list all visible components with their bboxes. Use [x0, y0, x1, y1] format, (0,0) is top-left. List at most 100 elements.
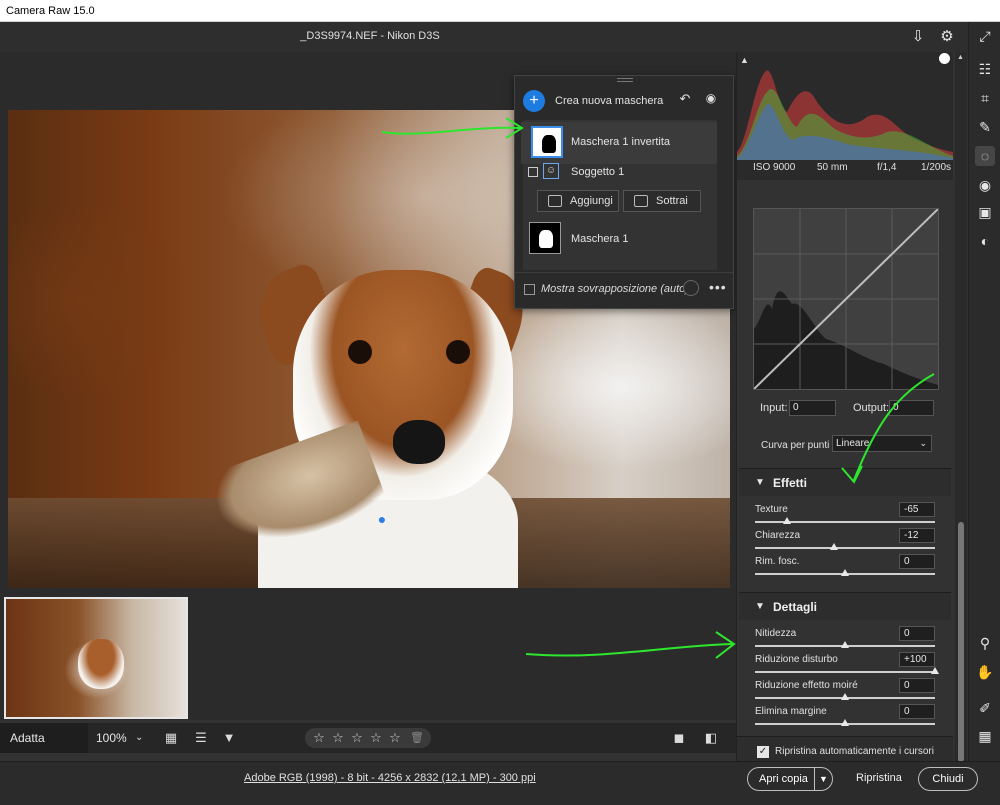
- masking-icon[interactable]: ◌: [975, 146, 995, 166]
- fullscreen-icon[interactable]: ⤢: [975, 26, 995, 46]
- masks-panel: + Crea nuova maschera ↶ ◉ Maschera 1 inv…: [514, 75, 734, 309]
- slider-clarity[interactable]: Chiarezza -12: [755, 528, 935, 556]
- shutter-speed: 1/200s: [921, 162, 952, 173]
- star-icon[interactable]: ☆: [349, 729, 365, 747]
- zoom-fit-button[interactable]: Adatta (40,2%): [0, 723, 88, 775]
- scroll-up-icon[interactable]: ▲: [957, 54, 965, 61]
- slider-thumb[interactable]: [841, 641, 849, 648]
- red-eye-icon[interactable]: ◉: [975, 175, 995, 195]
- slider-texture[interactable]: Texture -65: [755, 502, 935, 530]
- slider-value-field[interactable]: 0: [899, 678, 935, 693]
- slider-defringe[interactable]: Elimina margine 0: [755, 704, 935, 732]
- create-mask-label[interactable]: Crea nuova maschera: [555, 95, 663, 107]
- hand-icon[interactable]: ✋: [975, 662, 995, 682]
- top-bar: _D3S9974.NEF - Nikon D3S ⇩ ⚙: [0, 22, 968, 52]
- healing-icon[interactable]: ✎: [975, 117, 995, 137]
- slider-thumb[interactable]: [841, 693, 849, 700]
- input-label: Input:: [760, 402, 788, 414]
- star-icon[interactable]: ☆: [368, 729, 384, 747]
- mask-pin-icon[interactable]: ●: [374, 511, 390, 527]
- histogram-graph: [737, 52, 953, 160]
- gear-icon[interactable]: ⚙: [937, 27, 957, 47]
- edit-sliders-icon[interactable]: ☷: [975, 59, 995, 79]
- star-icon[interactable]: ☆: [330, 729, 346, 747]
- tone-curve-graph[interactable]: [753, 208, 939, 390]
- crop-icon[interactable]: ⌗: [975, 88, 995, 108]
- slider-value-field[interactable]: 0: [899, 626, 935, 641]
- chevron-down-icon: ▼: [755, 601, 765, 612]
- slider-thumb[interactable]: [782, 517, 791, 524]
- focal-length: 50 mm: [817, 162, 848, 173]
- annotation-arrow-masks: [381, 117, 524, 139]
- photo-dog-eye-right: [446, 340, 470, 364]
- add-mask-button[interactable]: Aggiungi: [537, 190, 619, 212]
- zoom-100-button[interactable]: 100%: [96, 723, 127, 753]
- grid-icon[interactable]: ▦: [975, 726, 995, 746]
- presets-icon[interactable]: ◐: [975, 231, 995, 251]
- scroll-thumb[interactable]: [958, 522, 964, 762]
- image-canvas[interactable]: ● + Crea nuova maschera ↶ ◉ Maschera 1 i…: [0, 52, 736, 592]
- chevron-down-icon[interactable]: ▼: [819, 768, 828, 790]
- overlay-label[interactable]: Mostra sovrapposizione (auto): [541, 283, 689, 295]
- eye-icon[interactable]: ◉: [703, 91, 719, 107]
- slider-thumb[interactable]: [841, 569, 849, 576]
- slider-value-field[interactable]: -12: [899, 528, 935, 543]
- reset-button[interactable]: Ripristina: [856, 772, 902, 784]
- sort-icon[interactable]: ☰: [192, 729, 210, 747]
- trash-icon[interactable]: 🗑: [409, 729, 425, 747]
- slider-noise-reduction[interactable]: Riduzione disturbo +100: [755, 652, 939, 680]
- more-options-icon[interactable]: •••: [709, 279, 727, 295]
- annotation-arrow-noise: [525, 631, 736, 659]
- details-section-header[interactable]: ▼ Dettagli: [739, 592, 951, 620]
- slider-moire[interactable]: Riduzione effetto moiré 0: [755, 678, 935, 706]
- close-button[interactable]: Chiudi: [918, 767, 978, 791]
- auto-reset-checkbox[interactable]: ✓: [757, 746, 769, 758]
- slider-thumb[interactable]: [830, 543, 839, 550]
- mask-thumbnail-2[interactable]: [529, 222, 561, 254]
- auto-reset-label[interactable]: Ripristina automaticamente i cursori: [775, 746, 934, 757]
- input-field[interactable]: 0: [789, 400, 836, 416]
- undo-icon[interactable]: ↶: [677, 91, 693, 107]
- file-info-link[interactable]: Adobe RGB (1998) - 8 bit - 4256 x 2832 (…: [244, 772, 536, 784]
- tool-rail: ⤢ ☷ ⌗ ✎ ◌ ◉ ▣ ◐ ⚲ ✋ ✐ ▦: [968, 22, 1000, 783]
- star-icon[interactable]: ☆: [387, 729, 403, 747]
- slider-value-field[interactable]: -65: [899, 502, 935, 517]
- zoom-icon[interactable]: ⚲: [975, 633, 995, 653]
- before-after-icon[interactable]: ◧: [702, 729, 720, 747]
- subtract-mask-button[interactable]: Sottrai: [623, 190, 701, 212]
- file-title: _D3S9974.NEF - Nikon D3S: [300, 30, 440, 42]
- save-icon[interactable]: ⇩: [908, 27, 928, 47]
- slider-value-field[interactable]: +100: [899, 652, 935, 667]
- slider-sharpening[interactable]: Nitidezza 0: [755, 626, 935, 654]
- snapshots-icon[interactable]: ▣: [975, 202, 995, 222]
- star-icon[interactable]: ☆: [311, 729, 327, 747]
- slider-thumb[interactable]: [931, 667, 939, 674]
- open-copy-label: Apri copia: [759, 773, 808, 785]
- slider-value-field[interactable]: 0: [899, 554, 935, 569]
- slider-value-field[interactable]: 0: [899, 704, 935, 719]
- window-title: Camera Raw 15.0: [6, 5, 95, 17]
- highlight-clip-icon[interactable]: [939, 53, 950, 64]
- open-copy-button[interactable]: Apri copia ▼: [747, 767, 833, 791]
- slider-thumb[interactable]: [841, 719, 849, 726]
- slider-label: Nitidezza: [755, 628, 797, 639]
- chevron-down-icon: ▼: [755, 477, 765, 488]
- panel-scrollbar[interactable]: ▲ ▼: [955, 52, 967, 783]
- mask-subject-label[interactable]: Soggetto 1: [571, 166, 624, 178]
- view-toggle-icon[interactable]: ◼: [670, 729, 688, 747]
- slider-dehaze[interactable]: Rim. fosc. 0: [755, 554, 935, 582]
- shadow-clip-icon[interactable]: ▲: [740, 55, 749, 65]
- overlay-checkbox[interactable]: [524, 284, 535, 295]
- mask-item-label: Maschera 1 invertita: [571, 136, 671, 148]
- panel-grip-icon[interactable]: [617, 78, 633, 82]
- tone-curve-svg: [753, 208, 939, 390]
- filmstrip-options-icon[interactable]: ▦: [162, 729, 180, 747]
- sampler-icon[interactable]: ✐: [975, 698, 995, 718]
- chevron-down-icon[interactable]: ⌄: [135, 723, 143, 753]
- overlay-color-swatch[interactable]: [683, 280, 699, 296]
- filter-icon[interactable]: ▼: [220, 729, 238, 747]
- filmstrip-thumbnail[interactable]: [4, 597, 188, 719]
- mask-item-label-2[interactable]: Maschera 1: [571, 233, 628, 245]
- slider-label: Chiarezza: [755, 530, 801, 541]
- mask-item-inverted[interactable]: Maschera 1 invertita: [521, 122, 717, 164]
